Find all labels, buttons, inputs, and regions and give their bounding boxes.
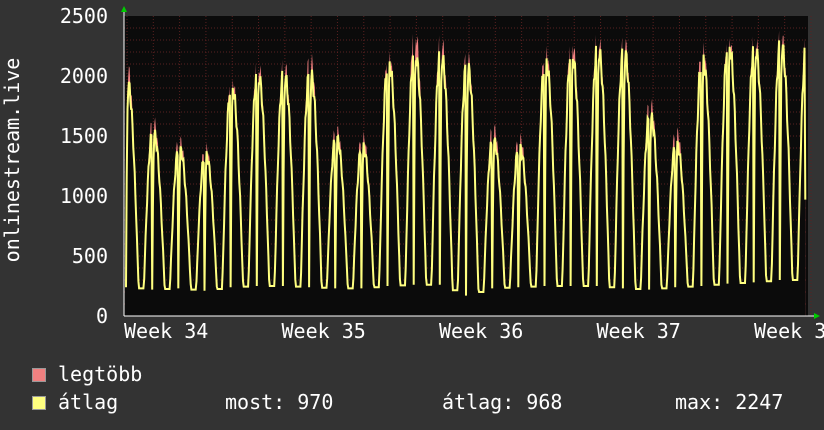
legend-max-label: legtöbb	[58, 362, 143, 386]
legend-max: legtöbb	[32, 362, 142, 386]
y-tick-label: 500	[72, 244, 108, 268]
y-tick-label: 0	[96, 304, 108, 328]
legend-avg-swatch	[32, 396, 46, 410]
legend-avg-label: átlag	[58, 390, 119, 414]
y-tick-label: 2500	[60, 4, 108, 28]
y-tick-label: 1000	[60, 184, 108, 208]
legend-avg: átlag most: 970 átlag: 968 max: 2247	[32, 390, 802, 414]
y-tick-label: 2000	[60, 64, 108, 88]
y-tick-label: 1500	[60, 124, 108, 148]
stat-now: most: 970	[225, 390, 334, 414]
stat-max: max: 2247	[675, 390, 784, 414]
y-axis-label: onlinestream.live	[0, 58, 24, 263]
x-tick-label: Week 3	[754, 319, 824, 343]
y-tick-labels: 0 500 1000 1500 2000 2500	[60, 4, 108, 328]
x-tick-label: Week 35	[282, 319, 366, 343]
x-tick-label: Week 34	[124, 319, 208, 343]
chart: 05001000150020002500 Week 34 Week 35 Week …	[0, 4, 824, 343]
x-tick-label: Week 36	[439, 319, 523, 343]
x-tick-labels: Week 34 Week 35 Week 36 Week 37 Week 3	[124, 319, 824, 343]
x-tick-label: Week 37	[597, 319, 681, 343]
y-axis-arrow	[121, 6, 127, 12]
legend-max-swatch	[32, 368, 46, 382]
stat-avg: átlag: 968	[442, 390, 563, 414]
